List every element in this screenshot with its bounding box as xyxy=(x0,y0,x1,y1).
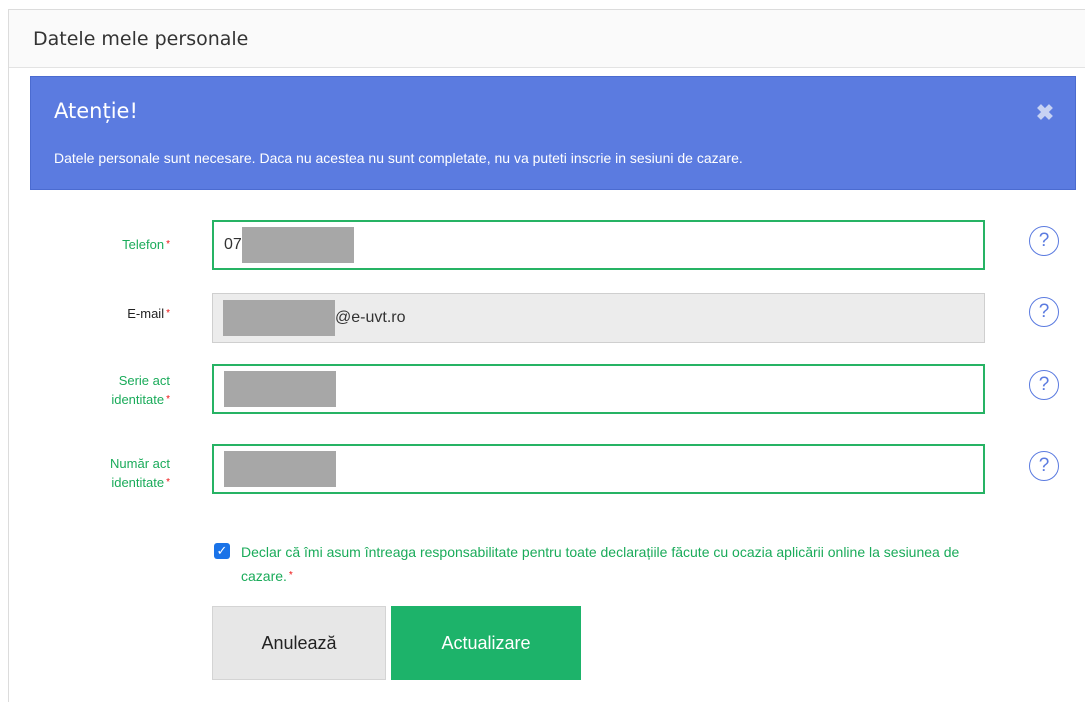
id-series-input[interactable] xyxy=(212,364,985,414)
id-series-help-icon[interactable]: ? xyxy=(1029,370,1059,400)
email-value-suffix: @e-uvt.ro xyxy=(335,309,406,326)
declaration-checkbox[interactable]: ✓ xyxy=(214,543,230,559)
declaration-text: Declar că îmi asum întreaga responsabili… xyxy=(241,544,960,584)
alert-title: Atenție! xyxy=(54,99,138,123)
email-label: E-mail * xyxy=(10,304,170,323)
required-marker: * xyxy=(166,308,170,319)
required-marker: * xyxy=(288,570,293,581)
required-marker: * xyxy=(166,394,170,405)
phone-help-icon[interactable]: ? xyxy=(1029,226,1059,256)
id-number-input[interactable] xyxy=(212,444,985,494)
phone-value-prefix: 07 xyxy=(224,236,242,253)
redacted-value xyxy=(224,371,336,407)
redacted-value xyxy=(224,451,336,487)
declaration-text-block: Declar că îmi asum întreaga responsabili… xyxy=(241,540,1001,588)
panel-title: Datele mele personale xyxy=(33,27,249,50)
cancel-button[interactable]: Anulează xyxy=(212,606,386,680)
panel-header: Datele mele personale xyxy=(9,10,1085,68)
phone-label: Telefon * xyxy=(10,235,170,254)
id-number-help-icon[interactable]: ? xyxy=(1029,451,1059,481)
id-number-label-line2: identitate xyxy=(111,475,165,490)
update-button[interactable]: Actualizare xyxy=(391,606,581,680)
alert-message: Datele personale sunt necesare. Daca nu … xyxy=(54,150,743,166)
email-label-text: E-mail xyxy=(127,306,165,321)
required-marker: * xyxy=(166,477,170,488)
id-series-label: Serie act identitate * xyxy=(10,371,170,409)
redacted-value xyxy=(241,227,354,263)
attention-alert: Atenție! Datele personale sunt necesare.… xyxy=(30,76,1076,190)
email-help-icon[interactable]: ? xyxy=(1029,297,1059,327)
phone-label-text: Telefon xyxy=(122,237,165,252)
id-series-label-line2: identitate xyxy=(111,392,165,407)
phone-input[interactable]: 07 xyxy=(212,220,985,270)
required-marker: * xyxy=(166,239,170,250)
id-number-label-line1: Număr act xyxy=(110,456,170,471)
redacted-value xyxy=(223,300,335,336)
email-input[interactable]: @e-uvt.ro xyxy=(212,293,985,343)
id-series-label-line1: Serie act xyxy=(118,373,170,388)
close-icon[interactable]: ✖ xyxy=(1033,101,1057,125)
id-number-label: Număr act identitate * xyxy=(10,454,170,492)
